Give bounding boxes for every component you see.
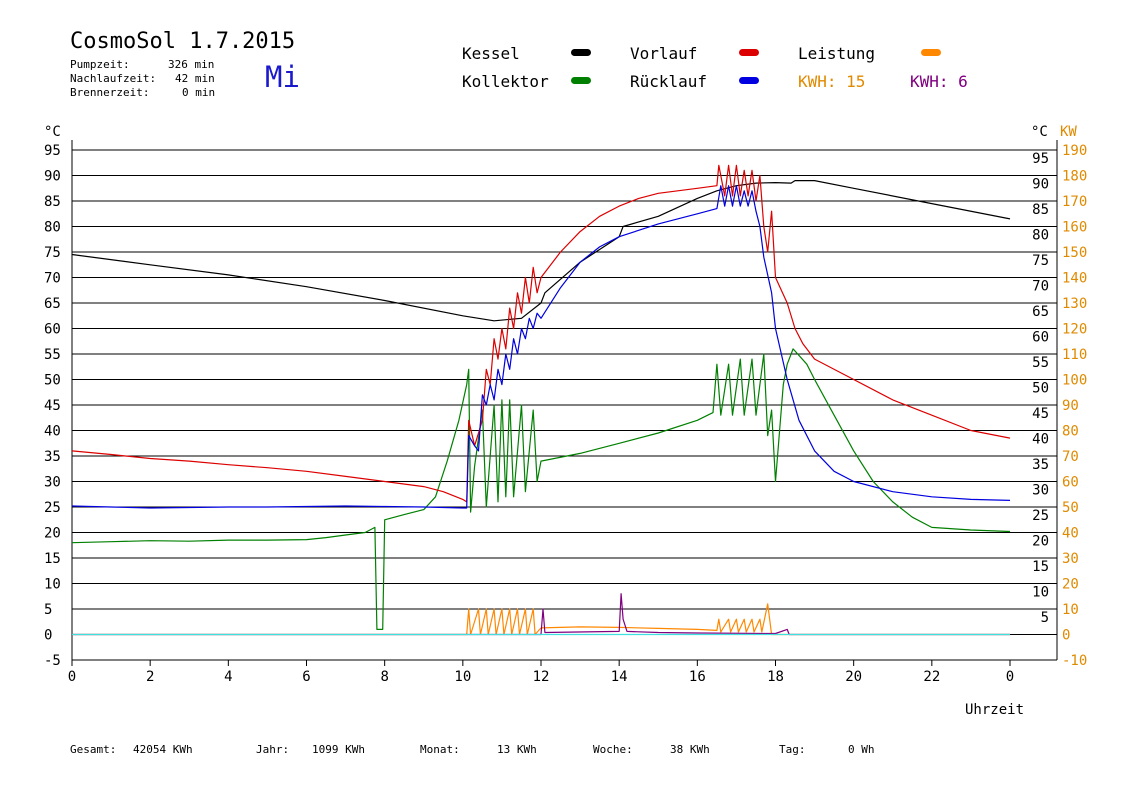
footer-tag-label: Tag: — [779, 743, 806, 756]
y-tick-label-right-c: 90 — [1032, 177, 1049, 193]
footer-woche-value: 38 KWh — [670, 743, 710, 756]
y-tick-label-left: 5 — [44, 602, 52, 618]
footer-gesamt-label: Gesamt: — [70, 743, 117, 756]
y-tick-label-right-kw: 150 — [1062, 245, 1087, 261]
y-tick-label-right-kw: 120 — [1062, 322, 1087, 338]
x-tick-label: 18 — [767, 669, 784, 685]
y-tick-label-right-c: 80 — [1032, 228, 1049, 244]
y-axis-unit-left: °C — [44, 124, 61, 140]
y-tick-label-left: 50 — [44, 373, 61, 389]
chart-series — [71, 164, 1011, 636]
footer-jahr-value: 1099 KWh — [312, 743, 365, 756]
x-tick-label: 0 — [1006, 669, 1014, 685]
y-tick-label-right-c: 95 — [1032, 151, 1049, 167]
y-tick-label-left: 95 — [44, 143, 61, 159]
series-line-kollektor — [71, 348, 1011, 631]
y-tick-label-right-kw: 90 — [1062, 398, 1079, 414]
series-line-kwh-6 — [72, 593, 1010, 636]
y-tick-label-right-c: 20 — [1032, 534, 1049, 550]
x-tick-label: 16 — [689, 669, 706, 685]
y-tick-label-right-kw: 10 — [1062, 602, 1079, 618]
footer-jahr-label: Jahr: — [256, 743, 290, 756]
x-tick-label: 2 — [146, 669, 154, 685]
y-tick-label-right-c: 35 — [1032, 457, 1049, 473]
y-tick-label-right-c: 85 — [1032, 202, 1049, 218]
x-tick-label: 14 — [611, 669, 628, 685]
y-tick-label-right-kw: 110 — [1062, 347, 1087, 363]
footer-tag-value: 0 Wh — [848, 743, 875, 756]
footer-monat-label: Monat: — [420, 743, 460, 756]
y-tick-label-left: 20 — [44, 526, 61, 542]
y-tick-label-left: 60 — [44, 322, 61, 338]
footer-monat-value: 13 KWh — [497, 743, 537, 756]
y-tick-label-right-kw: 80 — [1062, 424, 1079, 440]
y-tick-label-right-c: 50 — [1032, 381, 1049, 397]
y-tick-label-left: -5 — [44, 653, 61, 669]
y-tick-label-left: 80 — [44, 220, 61, 236]
x-tick-label: 6 — [302, 669, 310, 685]
chart-grid — [72, 149, 1057, 635]
y-tick-label-right-c: 75 — [1032, 253, 1049, 269]
y-tick-label-right-c: 70 — [1032, 279, 1049, 295]
x-tick-label: 8 — [380, 669, 388, 685]
y-tick-label-right-kw: 60 — [1062, 475, 1079, 491]
series-line-vorlauf — [71, 164, 1011, 503]
y-tick-label-right-c: 5 — [1041, 610, 1049, 626]
y-tick-label-right-kw: 100 — [1062, 373, 1087, 389]
y-tick-label-right-c: 65 — [1032, 304, 1049, 320]
y-tick-label-left: 10 — [44, 577, 61, 593]
y-tick-label-right-c: 55 — [1032, 355, 1049, 371]
x-tick-label: 4 — [224, 669, 232, 685]
series-line-r-cklauf — [71, 185, 1011, 509]
y-tick-label-right-c: 60 — [1032, 330, 1049, 346]
y-tick-label-left: 75 — [44, 245, 61, 261]
y-tick-label-left: 45 — [44, 398, 61, 414]
temperature-chart: -505101520253035404550556065707580859095… — [44, 124, 1087, 718]
y-tick-label-left: 85 — [44, 194, 61, 210]
y-tick-label-right-c: 30 — [1032, 483, 1049, 499]
y-tick-label-right-c: 40 — [1032, 432, 1049, 448]
y-tick-label-left: 15 — [44, 551, 61, 567]
y-tick-label-left: 30 — [44, 475, 61, 491]
y-tick-label-right-kw: 190 — [1062, 143, 1087, 159]
chart-axes — [71, 140, 1058, 666]
y-tick-label-left: 25 — [44, 500, 61, 516]
chart-tick-labels: -505101520253035404550556065707580859095… — [44, 143, 1087, 685]
x-tick-label: 12 — [533, 669, 550, 685]
y-axis-unit-right-kw: KW — [1060, 124, 1077, 140]
y-tick-label-right-kw: 140 — [1062, 271, 1087, 287]
y-tick-label-right-kw: 180 — [1062, 169, 1087, 185]
y-tick-label-right-kw: 70 — [1062, 449, 1079, 465]
y-tick-label-left: 70 — [44, 271, 61, 287]
y-tick-label-right-c: 25 — [1032, 508, 1049, 524]
y-tick-label-right-kw: 20 — [1062, 577, 1079, 593]
x-axis-label: Uhrzeit — [965, 702, 1024, 718]
x-tick-label: 20 — [845, 669, 862, 685]
y-axis-unit-right-c: °C — [1031, 124, 1048, 140]
y-tick-label-right-kw: 0 — [1062, 628, 1070, 644]
y-tick-label-right-c: 10 — [1032, 585, 1049, 601]
y-tick-label-right-kw: 40 — [1062, 526, 1079, 542]
footer-woche-label: Woche: — [593, 743, 633, 756]
y-tick-label-right-c: 15 — [1032, 559, 1049, 575]
x-tick-label: 0 — [68, 669, 76, 685]
y-tick-label-left: 65 — [44, 296, 61, 312]
y-tick-label-right-kw: 50 — [1062, 500, 1079, 516]
y-tick-label-right-kw: 130 — [1062, 296, 1087, 312]
x-tick-label: 22 — [923, 669, 940, 685]
series-line-kessel — [71, 180, 1011, 322]
y-tick-label-right-kw: 30 — [1062, 551, 1079, 567]
footer-gesamt-value: 42054 KWh — [133, 743, 193, 756]
y-tick-label-right-kw: 160 — [1062, 220, 1087, 236]
y-tick-label-left: 90 — [44, 169, 61, 185]
y-tick-label-right-c: 45 — [1032, 406, 1049, 422]
y-tick-label-left: 55 — [44, 347, 61, 363]
y-tick-label-left: 40 — [44, 424, 61, 440]
y-tick-label-left: 0 — [44, 628, 52, 644]
y-tick-label-right-kw: 170 — [1062, 194, 1087, 210]
x-tick-label: 10 — [454, 669, 471, 685]
y-tick-label-right-kw: -10 — [1062, 653, 1087, 669]
y-tick-label-left: 35 — [44, 449, 61, 465]
